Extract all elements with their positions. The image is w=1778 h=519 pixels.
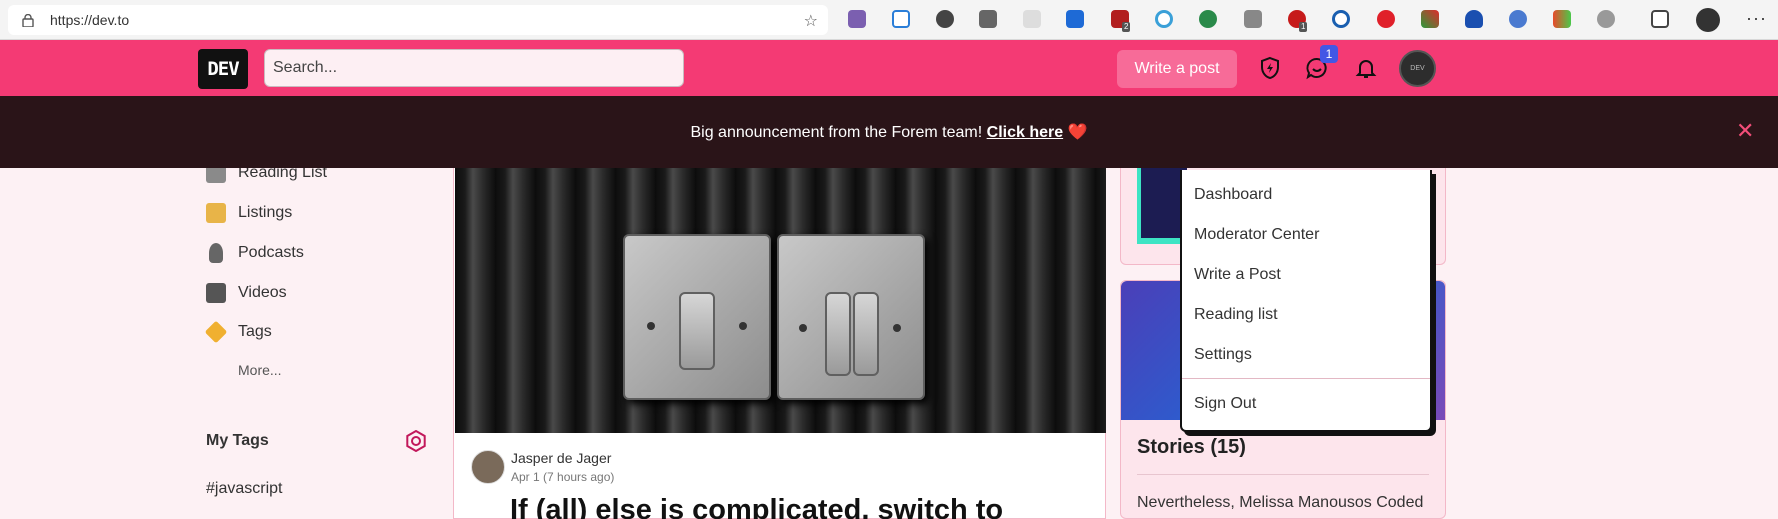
sidebar-item-label: Podcasts (238, 244, 304, 261)
extension-badge: 1 (1299, 22, 1308, 32)
tag-link-javascript[interactable]: #javascript (206, 480, 282, 498)
screw (647, 322, 655, 330)
extension-triangle-icon[interactable] (892, 10, 910, 28)
announcement-link[interactable]: Click here (987, 124, 1063, 141)
browser-toolbar: https://dev.to ☆ 2 1 ··· (0, 0, 1778, 40)
moderation-shield-icon[interactable] (1256, 54, 1284, 82)
extension-green-icon[interactable] (1199, 10, 1217, 28)
sidebar-item-label: Listings (238, 204, 293, 221)
article-date[interactable]: Apr 1 (7 hours ago) (511, 470, 614, 484)
close-icon[interactable]: ✕ (1736, 118, 1754, 144)
profile-dropdown-menu: Dashboard Moderator Center Write a Post … (1180, 170, 1432, 432)
user-avatar[interactable]: DEV (1399, 50, 1436, 87)
screw (739, 322, 747, 330)
dev-logo[interactable]: DEV (198, 49, 248, 89)
divider (1137, 474, 1429, 475)
extension-wp-icon[interactable] (936, 10, 954, 28)
extension-pen-icon[interactable] (1421, 10, 1439, 28)
gear-icon[interactable] (405, 430, 427, 452)
stories-heading: Stories (15) (1137, 436, 1246, 458)
tag-icon (204, 320, 228, 344)
article-cover-image[interactable] (455, 168, 1106, 433)
sidebar-item-videos[interactable]: Videos (206, 279, 287, 307)
announcement-banner: Big announcement from the Forem team! Cl… (0, 96, 1778, 168)
extension-stack-icon[interactable] (1244, 10, 1262, 28)
extension-lock-icon[interactable] (1332, 10, 1350, 28)
notification-count-badge: 1 (1320, 45, 1338, 63)
extension-circle-icon[interactable] (1155, 10, 1173, 28)
article-title[interactable]: If (all) else is complicated, switch to (510, 494, 1003, 519)
menu-item-sign-out[interactable]: Sign Out (1194, 395, 1256, 413)
screw (799, 324, 807, 332)
menu-item-reading-list[interactable]: Reading list (1194, 306, 1278, 324)
extension-badge: 2 (1122, 22, 1131, 32)
browser-profile-avatar[interactable] (1696, 8, 1720, 32)
extension-heart-icon[interactable] (1465, 10, 1483, 28)
story-link[interactable]: Nevertheless, Melissa Manousos Coded (1137, 494, 1423, 512)
switch-rocker (825, 292, 851, 376)
more-options-icon[interactable]: ··· (1746, 8, 1767, 29)
sidebar-item-podcasts[interactable]: Podcasts (206, 239, 304, 267)
extension-gray-icon[interactable] (1597, 10, 1615, 28)
sidebar-more-link[interactable]: More... (238, 362, 282, 378)
url-text: https://dev.to (50, 12, 130, 28)
switch-rocker (853, 292, 879, 376)
sidebar-item-label: Tags (238, 323, 272, 340)
extension-feather-icon[interactable] (1509, 10, 1527, 28)
extension-box-icon[interactable] (979, 10, 997, 28)
announcement-text: Big announcement from the Forem team! (690, 124, 983, 141)
extension-s-icon[interactable] (1066, 10, 1084, 28)
my-tags-heading: My Tags (206, 432, 269, 449)
sidebar-item-tags[interactable]: Tags (204, 318, 272, 346)
menu-item-dashboard[interactable]: Dashboard (1194, 186, 1272, 204)
light-switch-plate (777, 234, 925, 400)
heart-icon: ❤️ (1067, 124, 1088, 141)
extension-colors-icon[interactable] (1553, 10, 1571, 28)
bell-icon[interactable] (1352, 54, 1380, 82)
menu-item-settings[interactable]: Settings (1194, 346, 1252, 364)
light-switch-plate (623, 234, 771, 400)
author-avatar[interactable] (471, 450, 505, 484)
switch-rocker (679, 292, 715, 370)
collections-icon[interactable] (1651, 10, 1669, 28)
sidebar-item-listings[interactable]: Listings (206, 199, 292, 227)
video-camera-icon (206, 283, 226, 303)
microphone-icon (209, 243, 223, 263)
favorite-star-icon[interactable]: ☆ (804, 11, 818, 31)
write-post-button[interactable]: Write a post (1117, 50, 1237, 88)
menu-divider (1182, 378, 1430, 379)
announcement-message: Big announcement from the Forem team! Cl… (0, 122, 1778, 142)
article-card[interactable]: Jasper de Jager Apr 1 (7 hours ago) If (… (453, 168, 1106, 519)
sidebar-item-label: Videos (238, 284, 287, 301)
search-input[interactable] (264, 49, 684, 87)
listings-icon (206, 203, 226, 223)
extension-cat-icon[interactable] (848, 10, 866, 28)
lock-icon (22, 14, 34, 27)
extension-red-icon[interactable] (1377, 10, 1395, 28)
menu-item-moderator-center[interactable]: Moderator Center (1194, 226, 1319, 244)
extension-grid-icon[interactable] (1023, 10, 1041, 28)
screw (893, 324, 901, 332)
site-header: DEV Write a post 1 DEV (0, 40, 1778, 96)
address-bar[interactable]: https://dev.to ☆ (8, 5, 828, 35)
author-name[interactable]: Jasper de Jager (511, 450, 611, 466)
menu-item-write-post[interactable]: Write a Post (1194, 266, 1281, 284)
